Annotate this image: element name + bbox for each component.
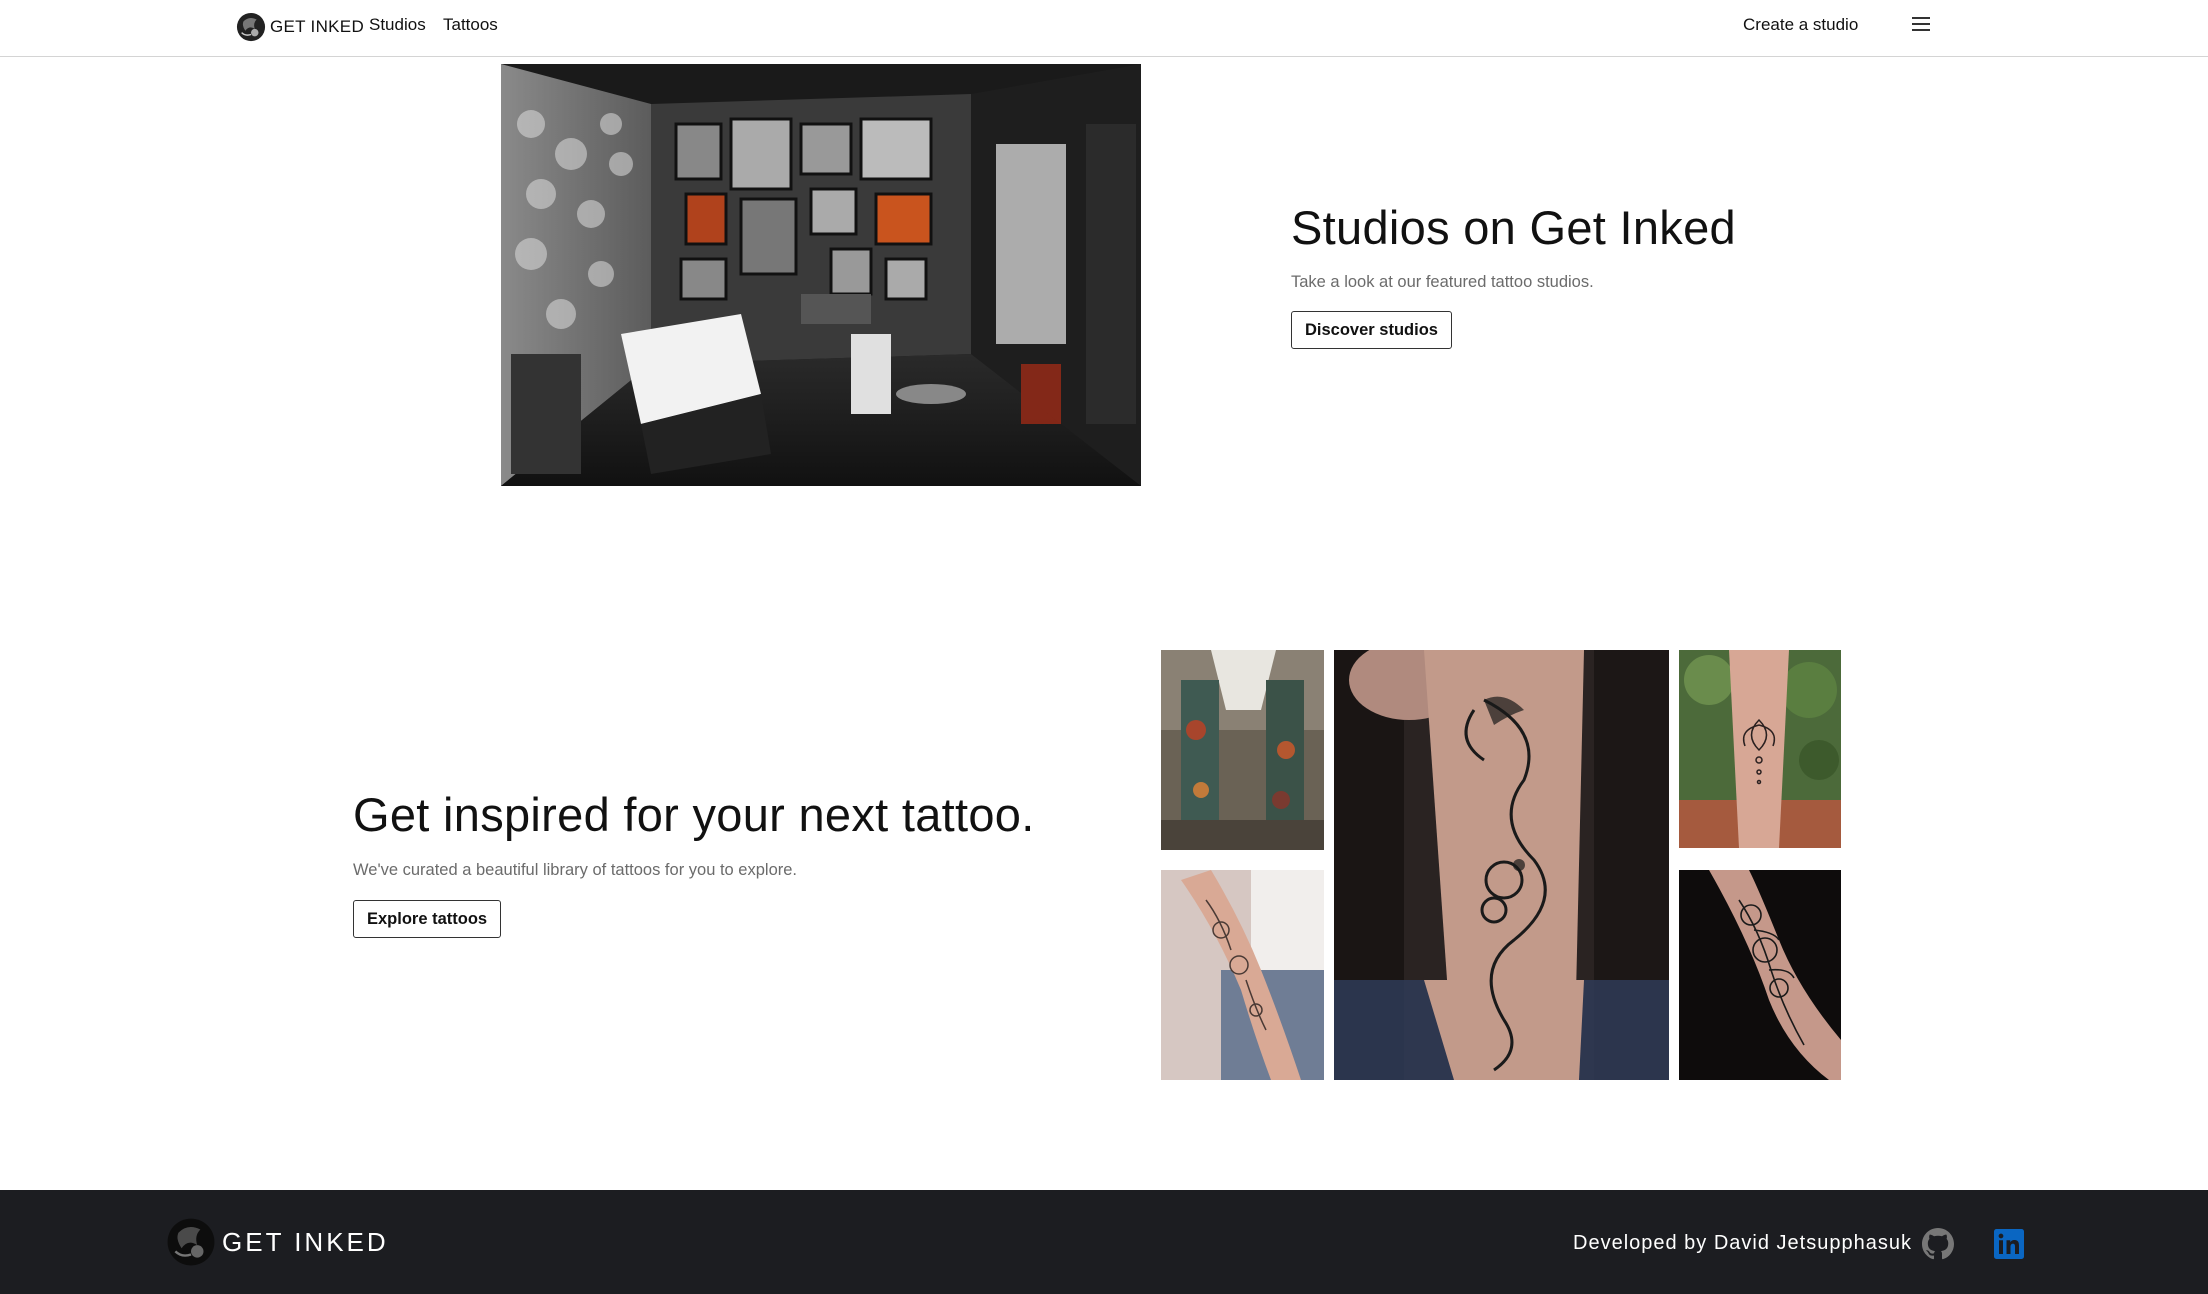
tattoo-image-rose-forearm[interactable] [1679,870,1841,1080]
studios-subtitle: Take a look at our featured tattoo studi… [1291,273,1594,291]
nav-link-tattoos[interactable]: Tattoos [443,15,498,35]
hamburger-menu-icon[interactable] [1912,14,1936,34]
discover-studios-button[interactable]: Discover studios [1291,311,1452,349]
footer-brand-name: GET INKED [222,1226,389,1257]
tattoo-image-floral-forearm[interactable] [1161,870,1324,1080]
brand-name: GET INKED [270,17,365,36]
get-inked-logo-icon [167,1218,215,1266]
footer: GET INKED Developed by David Jetsupphasu… [0,1190,2208,1294]
brand-link[interactable]: GET INKED [236,11,364,43]
developer-credit: Developed by David Jetsupphasuk [1573,1232,1912,1254]
get-inked-logo-icon [236,12,266,42]
tattoos-subtitle: We've curated a beautiful library of tat… [353,861,798,879]
studio-interior-image [501,64,1141,486]
top-navbar: GET INKED Studios Tattoos Create a studi… [0,0,2208,57]
footer-brand[interactable]: GET INKED [166,1217,389,1267]
explore-tattoos-button[interactable]: Explore tattoos [353,900,502,938]
tattoo-image-lotus-mandala[interactable] [1679,650,1841,848]
github-icon[interactable] [1922,1228,1954,1260]
tattoos-heading: Get inspired for your next tattoo. [353,788,1035,841]
create-studio-link[interactable]: Create a studio [1743,15,1858,35]
linkedin-icon[interactable] [1994,1229,2024,1259]
nav-link-studios[interactable]: Studios [369,15,426,35]
tattoo-image-dragon-forearm[interactable] [1334,650,1669,1080]
tattoo-image-color-sleeves[interactable] [1161,650,1324,850]
studios-heading: Studios on Get Inked [1291,201,1736,254]
